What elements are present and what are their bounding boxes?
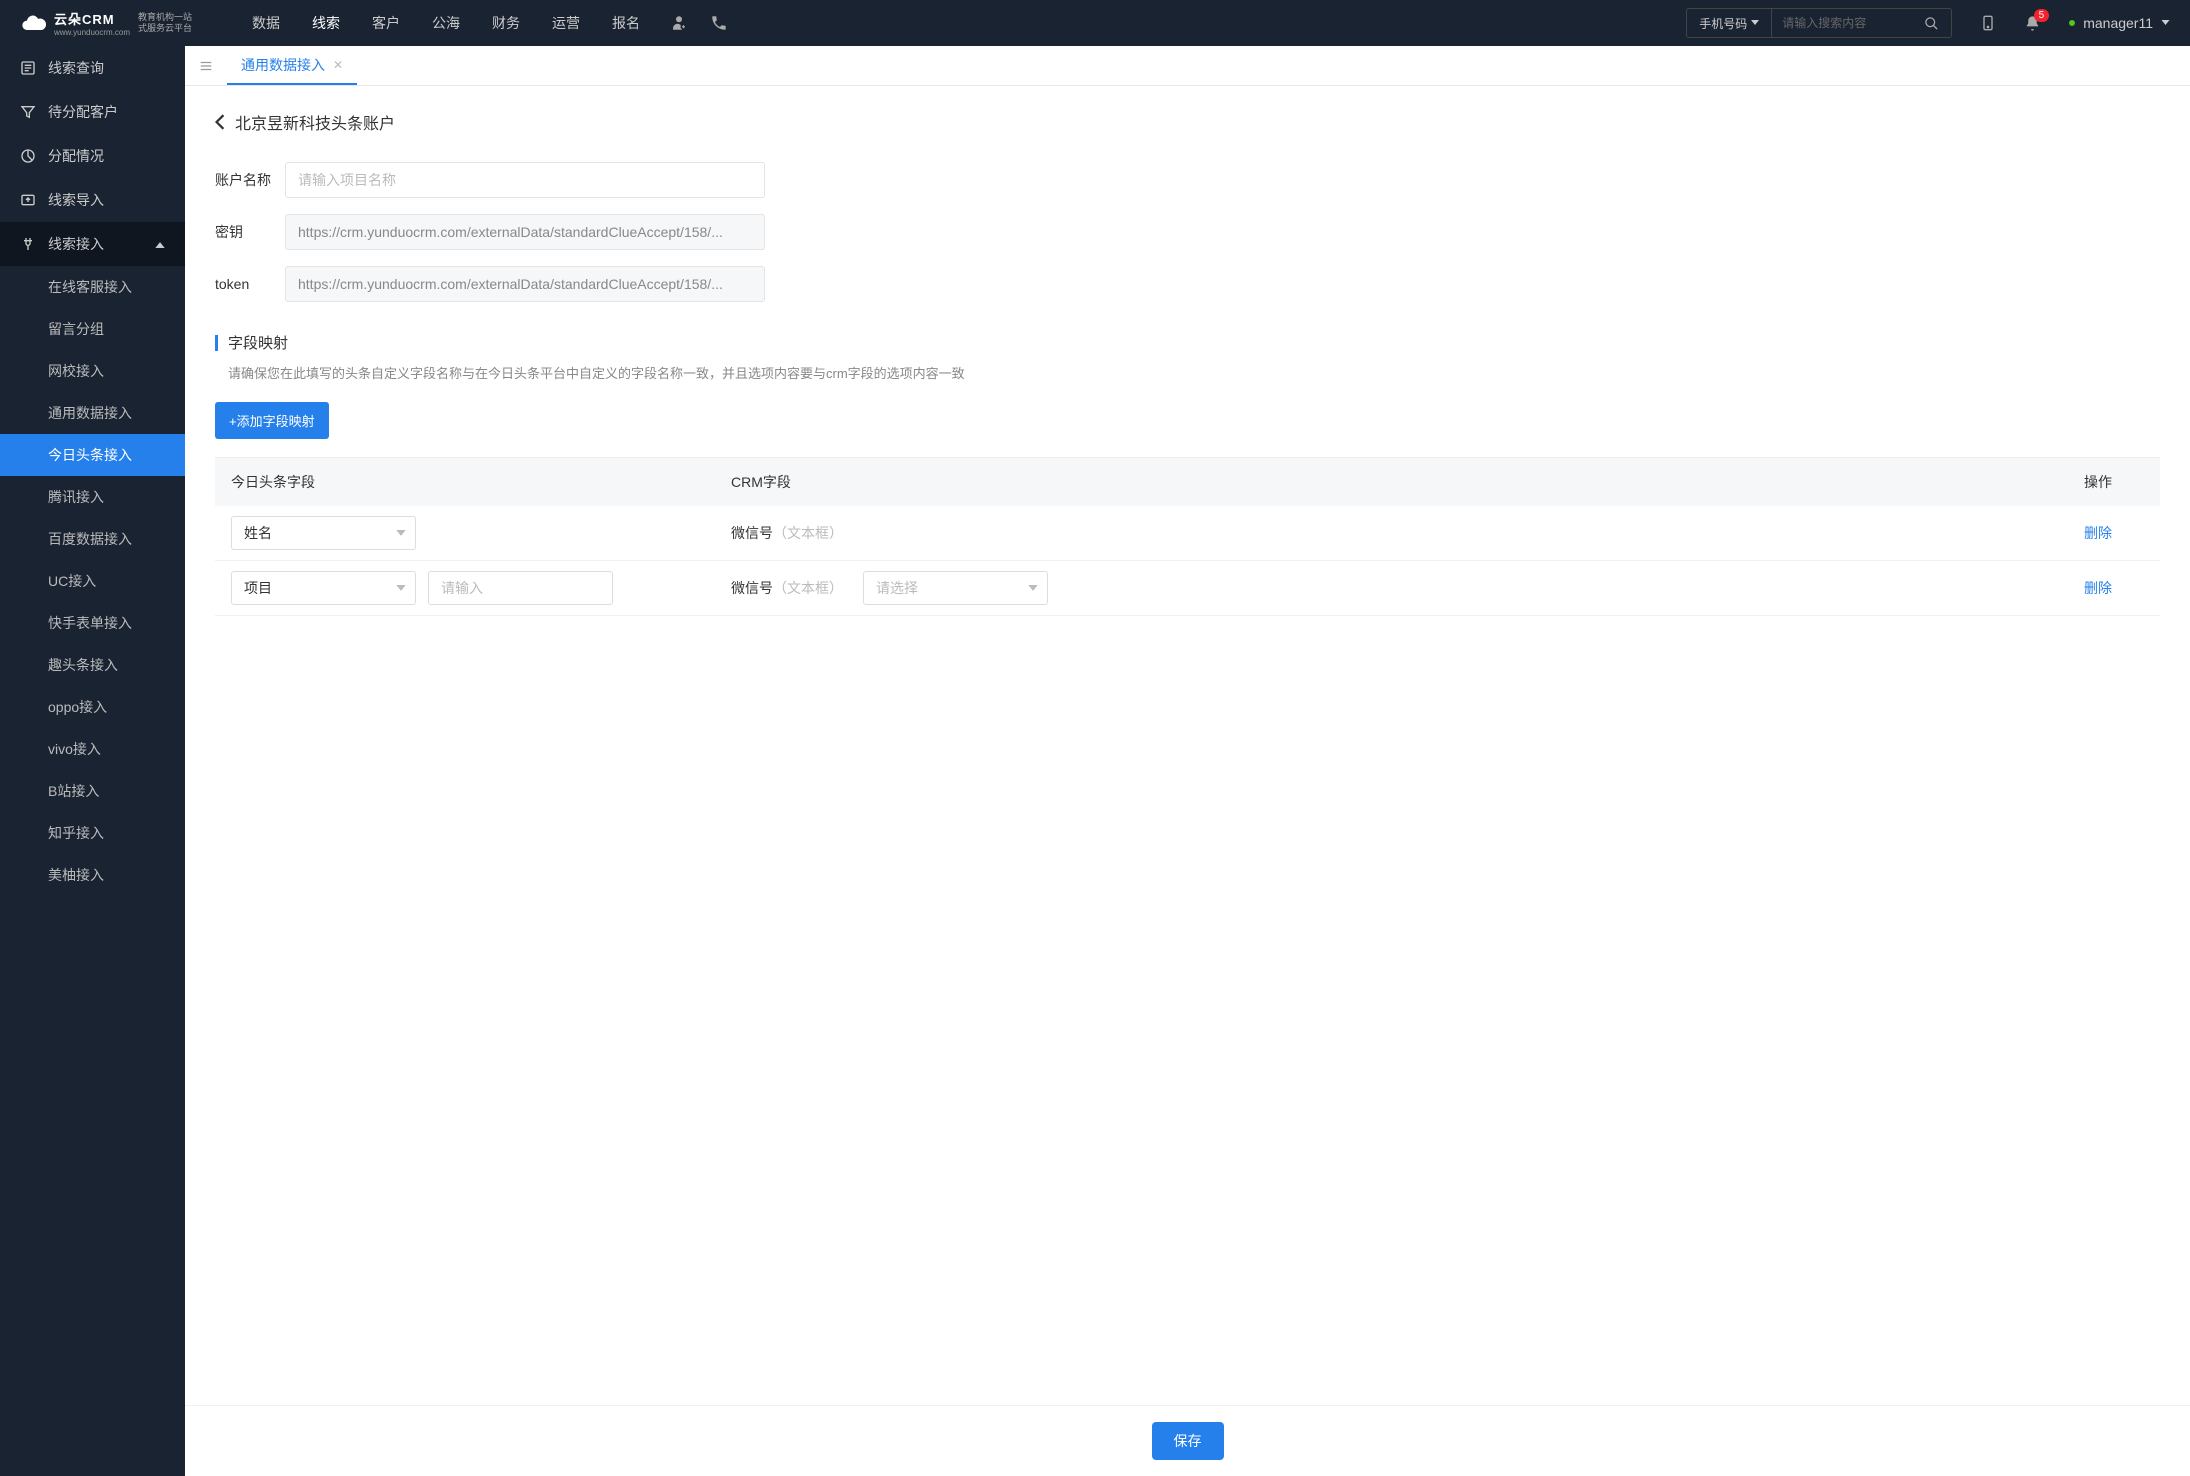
nav-item-leads[interactable]: 线索 <box>312 1 340 45</box>
notification-bell[interactable]: 5 <box>2024 15 2041 32</box>
sidebar-item-import[interactable]: 线索导入 <box>0 178 185 222</box>
header-toutiao-field: 今日头条字段 <box>231 472 731 492</box>
submenu-tencent[interactable]: 腾讯接入 <box>0 476 185 518</box>
sidebar-item-lead-query[interactable]: 线索查询 <box>0 46 185 90</box>
nav-item-operations[interactable]: 运营 <box>552 1 580 45</box>
submenu-uc[interactable]: UC接入 <box>0 560 185 602</box>
token-input[interactable] <box>285 266 765 302</box>
sidebar: 线索查询 待分配客户 分配情况 线索导入 线索接入 在线客服接入 留言分组 网校… <box>0 46 185 1476</box>
header-crm-field: CRM字段 <box>731 472 2084 492</box>
submenu-meiyou[interactable]: 美柚接入 <box>0 854 185 896</box>
section-description: 请确保您在此填写的头条自定义字段名称与在今日头条平台中自定义的字段名称一致，并且… <box>215 363 2160 382</box>
phone-icon[interactable] <box>710 14 728 32</box>
page-title: 北京昱新科技头条账户 <box>235 110 395 134</box>
logo[interactable]: 云朵CRM www.yunduocrm.com 教育机构一站 式服务云平台 <box>20 9 192 37</box>
search-box: 手机号码 <box>1686 8 1952 38</box>
nav-item-data[interactable]: 数据 <box>252 1 280 45</box>
submenu-general-data[interactable]: 通用数据接入 <box>0 392 185 434</box>
list-icon <box>20 60 36 76</box>
search-type-select[interactable]: 手机号码 <box>1687 9 1772 37</box>
sidebar-item-distribution[interactable]: 分配情况 <box>0 134 185 178</box>
sidebar-item-unassigned[interactable]: 待分配客户 <box>0 90 185 134</box>
submenu-message-group[interactable]: 留言分组 <box>0 308 185 350</box>
plug-icon <box>20 236 36 252</box>
breadcrumb: 北京昱新科技头条账户 <box>215 110 2160 134</box>
crm-field-select[interactable]: 请选择 <box>863 571 1048 605</box>
search-input[interactable] <box>1772 16 1912 30</box>
chart-icon <box>20 148 36 164</box>
toutiao-field-select[interactable]: 姓名 <box>231 516 416 550</box>
nav-item-public[interactable]: 公海 <box>432 1 460 45</box>
user-menu[interactable]: manager11 <box>2069 15 2170 31</box>
account-name-input[interactable] <box>285 162 765 198</box>
submenu-oppo[interactable]: oppo接入 <box>0 686 185 728</box>
toutiao-field-select[interactable]: 项目 <box>231 571 416 605</box>
user-add-icon[interactable] <box>670 14 688 32</box>
table-header: 今日头条字段 CRM字段 操作 <box>215 458 2160 506</box>
nav-item-enrollment[interactable]: 报名 <box>612 1 640 45</box>
status-dot-online <box>2069 20 2075 26</box>
submenu-online-service[interactable]: 在线客服接入 <box>0 266 185 308</box>
account-name-label: 账户名称 <box>215 170 285 190</box>
username: manager11 <box>2083 15 2153 31</box>
table-row: 项目 微信号（文本框） 请选择 删除 <box>215 561 2160 616</box>
logo-description: 教育机构一站 式服务云平台 <box>138 12 192 34</box>
save-button[interactable]: 保存 <box>1152 1422 1224 1460</box>
table-row: 姓名 微信号（文本框） 删除 <box>215 506 2160 561</box>
logo-subtitle: www.yunduocrm.com <box>54 28 130 37</box>
tabs-bar: 通用数据接入 ✕ <box>185 46 2190 86</box>
submenu-zhihu[interactable]: 知乎接入 <box>0 812 185 854</box>
filter-icon <box>20 104 36 120</box>
header: 云朵CRM www.yunduocrm.com 教育机构一站 式服务云平台 数据… <box>0 0 2190 46</box>
back-icon[interactable] <box>215 114 225 130</box>
custom-field-input[interactable] <box>428 571 613 605</box>
export-icon <box>20 192 36 208</box>
delete-row-button[interactable]: 删除 <box>2084 580 2112 596</box>
tabs-menu-icon[interactable] <box>199 59 213 73</box>
chevron-up-icon <box>155 241 165 248</box>
token-label: token <box>215 276 285 292</box>
logo-title: 云朵CRM <box>54 9 130 28</box>
submenu-qutoutiao[interactable]: 趣头条接入 <box>0 644 185 686</box>
crm-field-name: 微信号（文本框） <box>731 523 843 543</box>
tab-close-icon[interactable]: ✕ <box>333 58 343 72</box>
header-tool-icons <box>670 14 728 32</box>
chevron-down-icon <box>1751 20 1759 26</box>
search-button[interactable] <box>1912 16 1951 31</box>
secret-input[interactable] <box>285 214 765 250</box>
top-nav: 数据 线索 客户 公海 财务 运营 报名 <box>252 1 640 45</box>
submenu-kuaishou[interactable]: 快手表单接入 <box>0 602 185 644</box>
submenu-vivo[interactable]: vivo接入 <box>0 728 185 770</box>
field-mapping-table: 今日头条字段 CRM字段 操作 姓名 微信号（文本框） <box>215 457 2160 616</box>
footer: 保存 <box>185 1405 2190 1476</box>
notification-badge: 5 <box>2034 9 2050 22</box>
nav-item-customers[interactable]: 客户 <box>372 1 400 45</box>
submenu-bilibili[interactable]: B站接入 <box>0 770 185 812</box>
submenu-school-access[interactable]: 网校接入 <box>0 350 185 392</box>
cloud-logo-icon <box>20 9 48 37</box>
crm-field-name: 微信号（文本框） <box>731 578 843 598</box>
search-icon <box>1924 16 1939 31</box>
submenu-toutiao[interactable]: 今日头条接入 <box>0 434 185 476</box>
delete-row-button[interactable]: 删除 <box>2084 525 2112 541</box>
tab-general-data-access[interactable]: 通用数据接入 ✕ <box>227 46 357 85</box>
secret-label: 密钥 <box>215 222 285 242</box>
header-action: 操作 <box>2084 472 2144 492</box>
nav-item-finance[interactable]: 财务 <box>492 1 520 45</box>
main-content: 通用数据接入 ✕ 北京昱新科技头条账户 账户名称 密钥 token <box>185 46 2190 1476</box>
section-title: 字段映射 <box>215 332 2160 353</box>
chevron-down-icon <box>2161 20 2170 26</box>
submenu-baidu[interactable]: 百度数据接入 <box>0 518 185 560</box>
sidebar-item-lead-access[interactable]: 线索接入 <box>0 222 185 266</box>
add-field-mapping-button[interactable]: +添加字段映射 <box>215 402 329 439</box>
mobile-icon[interactable] <box>1980 14 1996 32</box>
